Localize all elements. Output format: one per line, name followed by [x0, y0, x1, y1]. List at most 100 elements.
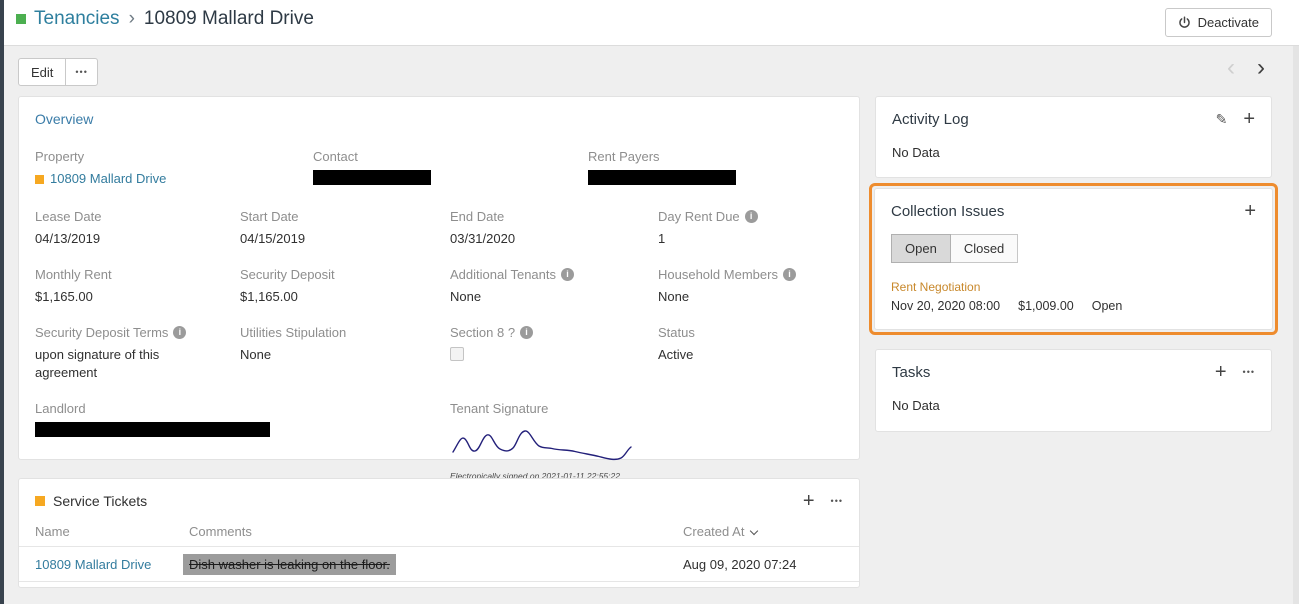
field-tenant-signature: Tenant Signature Electronically signed o…: [450, 401, 843, 481]
monthly-rent-value: $1,165.00: [35, 288, 240, 307]
collection-issues-title: Collection Issues: [891, 203, 1004, 220]
household-members-label: Household Members: [658, 267, 778, 282]
filter-closed-button[interactable]: Closed: [951, 234, 1018, 263]
field-property: Property 10809 Mallard Drive: [35, 149, 313, 189]
status-value: Active: [658, 346, 843, 365]
tasks-card: Tasks + ••• No Data: [875, 349, 1272, 432]
info-icon[interactable]: i: [520, 326, 533, 339]
landlord-label: Landlord: [35, 401, 240, 416]
info-icon[interactable]: i: [173, 326, 186, 339]
collection-issue-item: Rent Negotiation Nov 20, 2020 08:00 $1,0…: [891, 280, 1256, 313]
field-day-rent-due: Day Rent Duei 1: [658, 209, 843, 249]
collection-issue-type-link[interactable]: Rent Negotiation: [891, 280, 1256, 294]
field-landlord: Landlord: [35, 401, 240, 481]
service-ticket-row: 10809 Mallard Drive Dish washer is leaki…: [19, 546, 859, 582]
start-date-label: Start Date: [240, 209, 450, 224]
field-household-members: Household Members i None: [658, 267, 843, 307]
collection-issues-highlight-ring: Collection Issues + Open Closed Rent Neg…: [869, 183, 1278, 335]
activity-log-empty: No Data: [892, 145, 1255, 160]
contact-value-redacted: [313, 170, 431, 185]
field-security-deposit: Security Deposit $1,165.00: [240, 267, 450, 307]
additional-tenants-value: None: [450, 288, 658, 307]
record-title: 10809 Mallard Drive: [144, 8, 314, 30]
security-deposit-label: Security Deposit: [240, 267, 450, 282]
deactivate-button[interactable]: Deactivate: [1165, 8, 1272, 37]
activity-log-title: Activity Log: [892, 111, 969, 128]
end-date-value: 03/31/2020: [450, 230, 658, 249]
column-comments[interactable]: Comments: [189, 524, 683, 539]
collection-issue-status: Open: [1092, 299, 1123, 313]
plus-icon[interactable]: +: [1243, 109, 1255, 129]
collection-issues-card: Collection Issues + Open Closed Rent Neg…: [874, 188, 1273, 330]
property-value-text: 10809 Mallard Drive: [50, 170, 166, 189]
collection-issue-date: Nov 20, 2020 08:00: [891, 299, 1000, 313]
record-pagination: ‹ ›: [1227, 56, 1265, 80]
overview-card: Overview Property 10809 Mallard Drive Co…: [18, 96, 860, 460]
field-start-date: Start Date 04/15/2019: [240, 209, 450, 249]
plus-icon[interactable]: +: [803, 491, 815, 511]
chevron-right-icon[interactable]: ›: [1257, 56, 1265, 80]
ellipsis-icon[interactable]: •••: [1243, 368, 1255, 377]
household-members-value: None: [658, 288, 843, 307]
info-icon[interactable]: i: [783, 268, 796, 281]
field-contact: Contact: [313, 149, 588, 189]
collection-issue-amount: $1,009.00: [1018, 299, 1074, 313]
column-name[interactable]: Name: [35, 524, 189, 539]
service-ticket-name-link[interactable]: 10809 Mallard Drive: [35, 557, 189, 572]
contact-label: Contact: [313, 149, 588, 164]
info-icon[interactable]: i: [745, 210, 758, 223]
filter-open-button[interactable]: Open: [891, 234, 951, 263]
tenancies-module-icon: [16, 14, 26, 24]
landlord-value-redacted: [35, 422, 270, 437]
security-deposit-terms-label: Security Deposit Terms: [35, 325, 168, 340]
overview-row-1: Property 10809 Mallard Drive Contact Ren…: [35, 149, 843, 189]
field-lease-date: Lease Date 04/13/2019: [35, 209, 240, 249]
service-ticket-created-at: Aug 09, 2020 07:24: [683, 557, 843, 572]
property-value-link[interactable]: 10809 Mallard Drive: [35, 170, 313, 189]
scrollbar[interactable]: [1293, 46, 1299, 604]
rent-payers-label: Rent Payers: [588, 149, 843, 164]
plus-icon[interactable]: +: [1244, 201, 1256, 221]
overview-row-4: Security Deposit Terms i upon signature o…: [35, 325, 843, 384]
end-date-label: End Date: [450, 209, 658, 224]
overview-row-5: Landlord Tenant Signature Electronically…: [35, 401, 843, 481]
lease-date-label: Lease Date: [35, 209, 240, 224]
start-date-value: 04/15/2019: [240, 230, 450, 249]
plus-icon[interactable]: +: [1215, 362, 1227, 382]
field-additional-tenants: Additional Tenantsi None: [450, 267, 658, 307]
security-deposit-terms-value: upon signature of this agreement: [35, 346, 215, 384]
column-created-at[interactable]: Created At: [683, 524, 843, 539]
section-8-checkbox[interactable]: [450, 347, 464, 361]
info-icon[interactable]: i: [561, 268, 574, 281]
breadcrumb-module-link[interactable]: Tenancies: [34, 8, 120, 30]
property-entity-icon: [35, 175, 44, 184]
ellipsis-icon[interactable]: •••: [831, 497, 843, 506]
rent-payers-value-redacted: [588, 170, 736, 185]
field-end-date: End Date 03/31/2020: [450, 209, 658, 249]
chevron-left-icon[interactable]: ‹: [1227, 56, 1235, 80]
tenant-signature-label: Tenant Signature: [450, 401, 843, 416]
property-label: Property: [35, 149, 313, 164]
activity-log-card: Activity Log ✎ + No Data: [875, 96, 1272, 178]
sort-chevron-icon: [750, 527, 758, 535]
field-utilities-stipulation: Utilities Stipulation None: [240, 325, 450, 384]
day-rent-due-value: 1: [658, 230, 843, 249]
record-actions-group: Edit •••: [18, 58, 98, 86]
overview-row-3: Monthly Rent $1,165.00 Security Deposit …: [35, 267, 843, 307]
edit-button[interactable]: Edit: [18, 58, 66, 86]
overview-title[interactable]: Overview: [35, 111, 843, 127]
monthly-rent-label: Monthly Rent: [35, 267, 240, 282]
lease-date-value: 04/13/2019: [35, 230, 240, 249]
status-label: Status: [658, 325, 843, 340]
section-8-label: Section 8 ?: [450, 325, 515, 340]
field-monthly-rent: Monthly Rent $1,165.00: [35, 267, 240, 307]
tenant-signature-image: [450, 422, 843, 469]
left-edge-strip: [0, 0, 4, 604]
service-tickets-module-icon: [35, 496, 45, 506]
pencil-icon[interactable]: ✎: [1216, 112, 1228, 126]
more-actions-button[interactable]: •••: [65, 58, 97, 86]
ellipsis-icon: •••: [75, 68, 87, 77]
utilities-stipulation-value: None: [240, 346, 450, 365]
deactivate-label: Deactivate: [1198, 15, 1259, 30]
tasks-title: Tasks: [892, 364, 930, 381]
